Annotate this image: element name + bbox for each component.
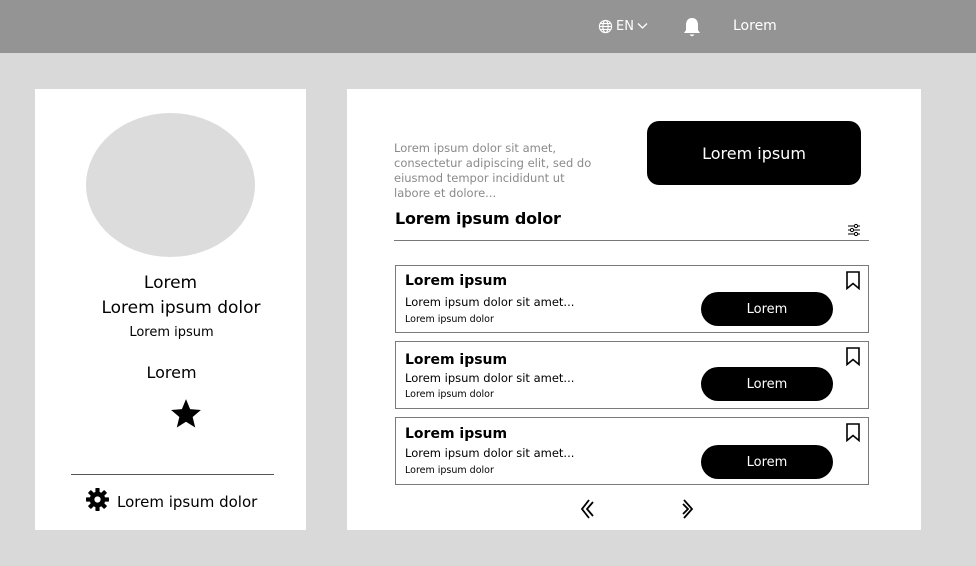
- profile-divider: [71, 474, 274, 475]
- item-action-button[interactable]: Lorem: [701, 445, 833, 479]
- list-item: Lorem ipsum Lorem ipsum dolor sit amet..…: [395, 265, 869, 333]
- rating-label: Lorem: [146, 363, 197, 382]
- profile-card: Lorem Lorem ipsum dolor Lorem ipsum Lore…: [35, 89, 306, 530]
- profile-title: Lorem ipsum dolor: [101, 298, 261, 318]
- main-card: Lorem ipsum dolor sit amet, consectetur …: [347, 89, 921, 530]
- chevron-double-left-icon[interactable]: [579, 498, 595, 520]
- settings-label: Lorem ipsum dolor: [117, 492, 258, 511]
- item-title: Lorem ipsum: [405, 352, 508, 368]
- star-icon: [169, 397, 203, 431]
- profile-subtitle: Lorem ipsum: [129, 325, 214, 340]
- gear-icon: [85, 487, 110, 516]
- item-description: Lorem ipsum dolor sit amet...: [405, 295, 575, 309]
- bookmark-icon[interactable]: [845, 423, 861, 443]
- bookmark-icon[interactable]: [845, 347, 861, 367]
- section-divider: [394, 240, 869, 241]
- settings-link[interactable]: Lorem ipsum dolor: [85, 487, 257, 516]
- profile-name: Lorem: [143, 273, 198, 293]
- intro-text: Lorem ipsum dolor sit amet, consectetur …: [394, 141, 592, 200]
- item-title: Lorem ipsum: [405, 273, 508, 289]
- avatar: [86, 113, 255, 257]
- list-item: Lorem ipsum Lorem ipsum dolor sit amet..…: [395, 341, 869, 409]
- item-title: Lorem ipsum: [405, 426, 508, 442]
- bookmark-icon[interactable]: [845, 271, 861, 291]
- list-item: Lorem ipsum Lorem ipsum dolor sit amet..…: [395, 417, 869, 485]
- item-action-button[interactable]: Lorem: [701, 367, 833, 401]
- item-description: Lorem ipsum dolor sit amet...: [405, 446, 575, 460]
- primary-cta-button[interactable]: Lorem ipsum: [647, 121, 861, 185]
- chevron-down-icon: [637, 22, 648, 30]
- item-description: Lorem ipsum dolor sit amet...: [405, 371, 575, 385]
- sliders-icon[interactable]: [847, 222, 861, 237]
- language-selector[interactable]: EN: [598, 17, 648, 35]
- user-menu[interactable]: Lorem: [733, 18, 777, 34]
- item-action-button[interactable]: Lorem: [701, 292, 833, 326]
- bell-icon[interactable]: [682, 16, 702, 38]
- globe-icon: [598, 19, 613, 34]
- chevron-right-icon[interactable]: [680, 498, 696, 520]
- top-bar: EN Lorem: [0, 0, 976, 53]
- item-meta: Lorem ipsum dolor: [405, 465, 494, 476]
- language-code: EN: [616, 18, 634, 34]
- item-meta: Lorem ipsum dolor: [405, 389, 494, 400]
- item-meta: Lorem ipsum dolor: [405, 314, 494, 325]
- section-title: Lorem ipsum dolor: [395, 209, 561, 228]
